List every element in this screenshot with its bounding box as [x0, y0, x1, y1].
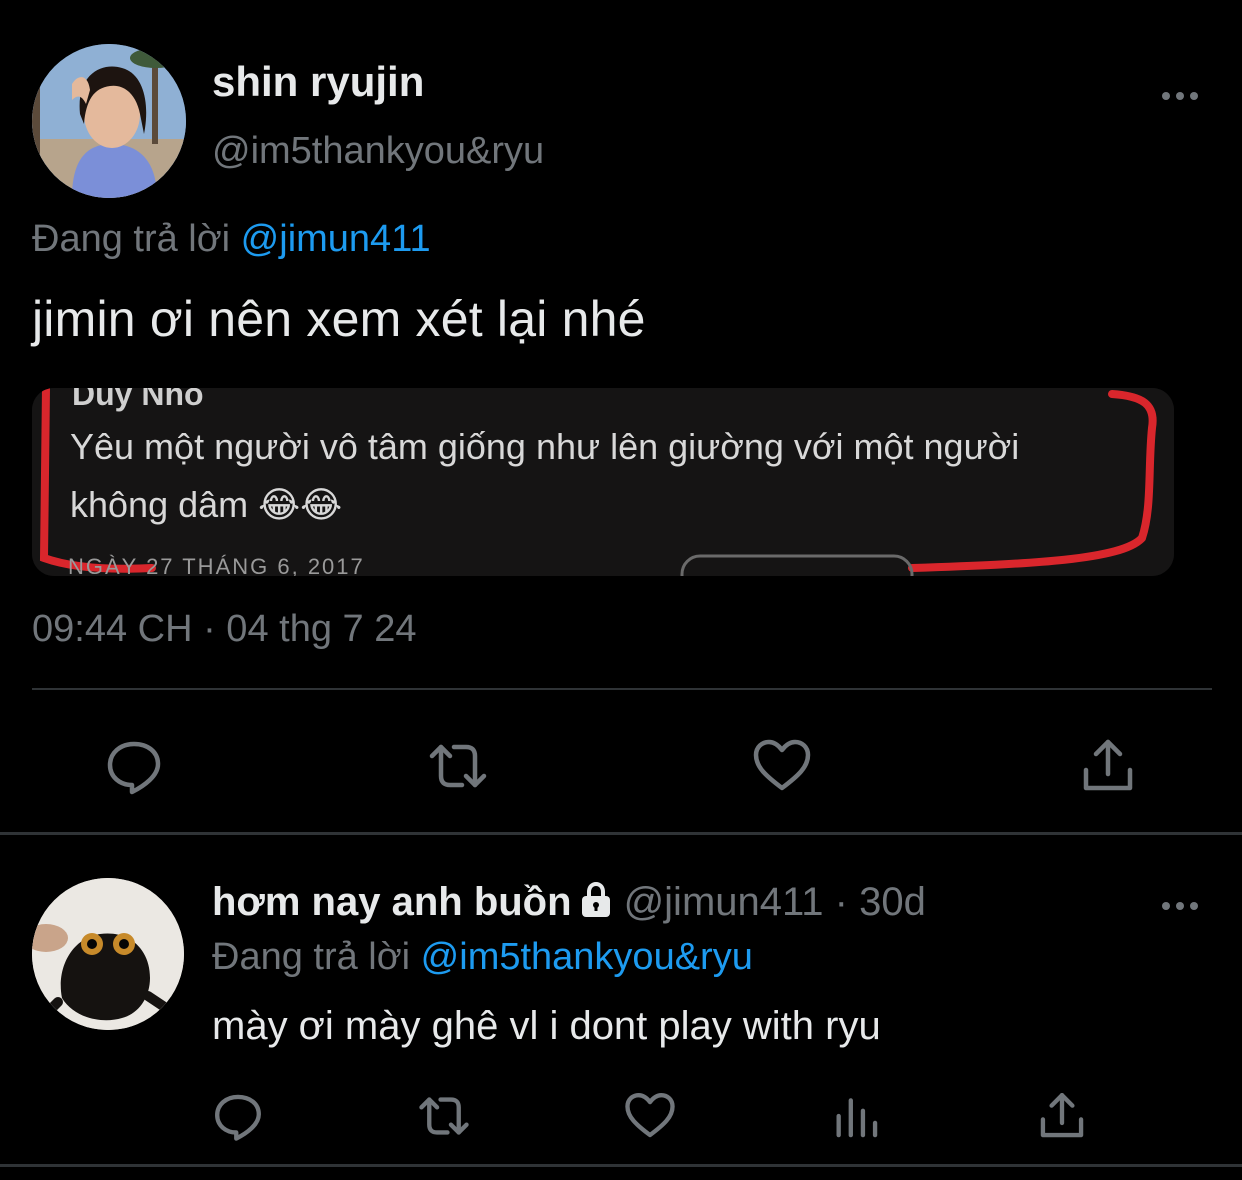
replying-prefix: Đang trả lời	[212, 936, 411, 978]
media-highlight-outline	[32, 388, 1174, 576]
user-handle[interactable]: @im5thankyou&ryu	[212, 130, 544, 173]
tweet-text: mày ơi mày ghê vl i dont play with ryu	[212, 1004, 881, 1048]
replying-to: Đang trả lời @im5thankyou&ryu	[212, 936, 753, 979]
tweet-media[interactable]: Duy Nho Yêu một người vô tâm giống như l…	[32, 388, 1174, 576]
more-options-icon[interactable]	[1158, 76, 1202, 116]
share-icon[interactable]	[1078, 736, 1138, 796]
replying-prefix: Đang trả lời	[32, 218, 231, 260]
like-icon[interactable]	[624, 1090, 676, 1142]
share-icon[interactable]	[1036, 1090, 1088, 1142]
user-handle[interactable]: @jimun411	[624, 880, 824, 924]
avatar[interactable]	[32, 44, 186, 198]
media-date: NGÀY 27 THÁNG 6, 2017	[68, 554, 365, 576]
reply-header: hơm nay anh buồn @jimun411 · 30d	[212, 880, 926, 925]
divider	[32, 688, 1212, 690]
tweet-age[interactable]: 30d	[859, 880, 926, 924]
tweet-timestamp[interactable]: 09:44 CH · 04 thg 7 24	[32, 608, 416, 651]
divider	[0, 1164, 1242, 1167]
retweet-icon[interactable]	[428, 736, 488, 796]
retweet-icon[interactable]	[418, 1090, 470, 1142]
replying-to-mention[interactable]: @jimun411	[241, 218, 431, 260]
lock-icon	[578, 881, 614, 918]
avatar[interactable]	[32, 878, 184, 1030]
display-name[interactable]: hơm nay anh buồn	[212, 880, 572, 924]
views-icon[interactable]	[830, 1090, 882, 1142]
avatar-photo	[32, 878, 184, 1030]
tweet-text: jimin ơi nên xem xét lại nhé	[32, 291, 646, 347]
replying-to: Đang trả lời @jimun411	[32, 218, 431, 261]
display-name[interactable]: shin ryujin	[212, 58, 424, 106]
meta-separator: ·	[823, 880, 860, 924]
media-author: Duy Nho	[72, 388, 204, 412]
reply-icon[interactable]	[104, 736, 164, 796]
more-options-icon[interactable]	[1158, 886, 1202, 926]
reply-icon[interactable]	[212, 1090, 264, 1142]
like-icon[interactable]	[752, 736, 812, 796]
media-text-line: Yêu một người vô tâm giống như lên giườn…	[70, 426, 1020, 467]
media-text-line: không dâm 😂😂	[70, 484, 343, 525]
avatar-photo	[32, 44, 186, 198]
replying-to-mention[interactable]: @im5thankyou&ryu	[421, 936, 753, 978]
divider	[0, 832, 1242, 835]
